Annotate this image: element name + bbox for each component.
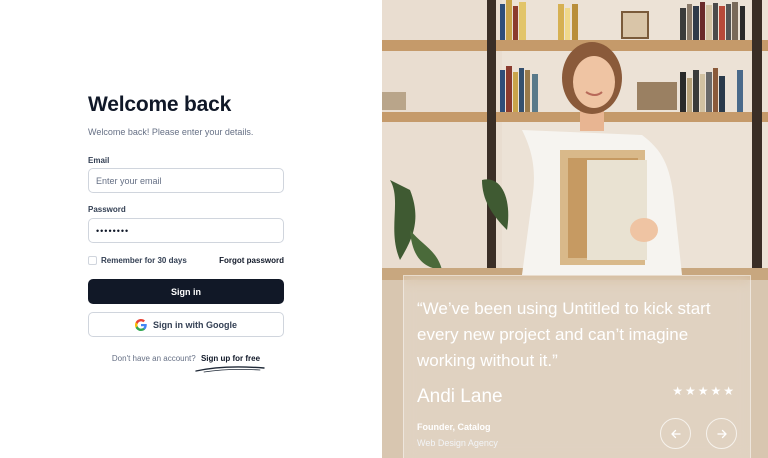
rating-stars: ★★★★★ xyxy=(672,384,736,398)
google-button-label: Sign in with Google xyxy=(153,319,237,330)
previous-testimonial-button[interactable] xyxy=(660,418,691,449)
email-label: Email xyxy=(88,156,110,165)
testimonial-panel: “We’ve been using Untitled to kick start… xyxy=(382,0,768,458)
testimonial-company: Web Design Agency xyxy=(417,438,498,448)
password-label: Password xyxy=(88,205,126,214)
testimonial-name: Andi Lane xyxy=(417,386,503,407)
no-account-text: Don't have an account? xyxy=(111,354,196,363)
page-subtitle: Welcome back! Please enter your details. xyxy=(88,127,254,137)
google-icon xyxy=(135,318,147,331)
page-title: Welcome back xyxy=(88,93,232,116)
sign-in-button[interactable]: Sign in xyxy=(88,279,284,304)
password-field[interactable] xyxy=(88,218,284,243)
sign-up-link[interactable]: Sign up for free xyxy=(201,354,260,363)
remember-row: Remember for 30 days Forgot password xyxy=(88,255,284,267)
arrow-left-icon xyxy=(670,429,681,438)
underline-scribble xyxy=(195,366,265,373)
testimonial-card: “We’ve been using Untitled to kick start… xyxy=(403,275,751,458)
signup-row: Don't have an account? Sign up for free xyxy=(88,354,284,363)
forgot-password-link[interactable]: Forgot password xyxy=(219,256,284,265)
remember-label: Remember for 30 days xyxy=(101,256,187,265)
testimonial-quote: “We’ve been using Untitled to kick start… xyxy=(417,299,711,370)
google-sign-in-button[interactable]: Sign in with Google xyxy=(88,312,284,337)
next-testimonial-button[interactable] xyxy=(706,418,737,449)
login-form: Welcome back Welcome back! Please enter … xyxy=(88,92,284,373)
remember-checkbox[interactable] xyxy=(88,256,97,265)
arrow-right-icon xyxy=(716,429,727,438)
login-panel: Welcome back Welcome back! Please enter … xyxy=(0,0,382,458)
testimonial-role: Founder, Catalog xyxy=(417,422,491,432)
email-field[interactable] xyxy=(88,168,284,193)
